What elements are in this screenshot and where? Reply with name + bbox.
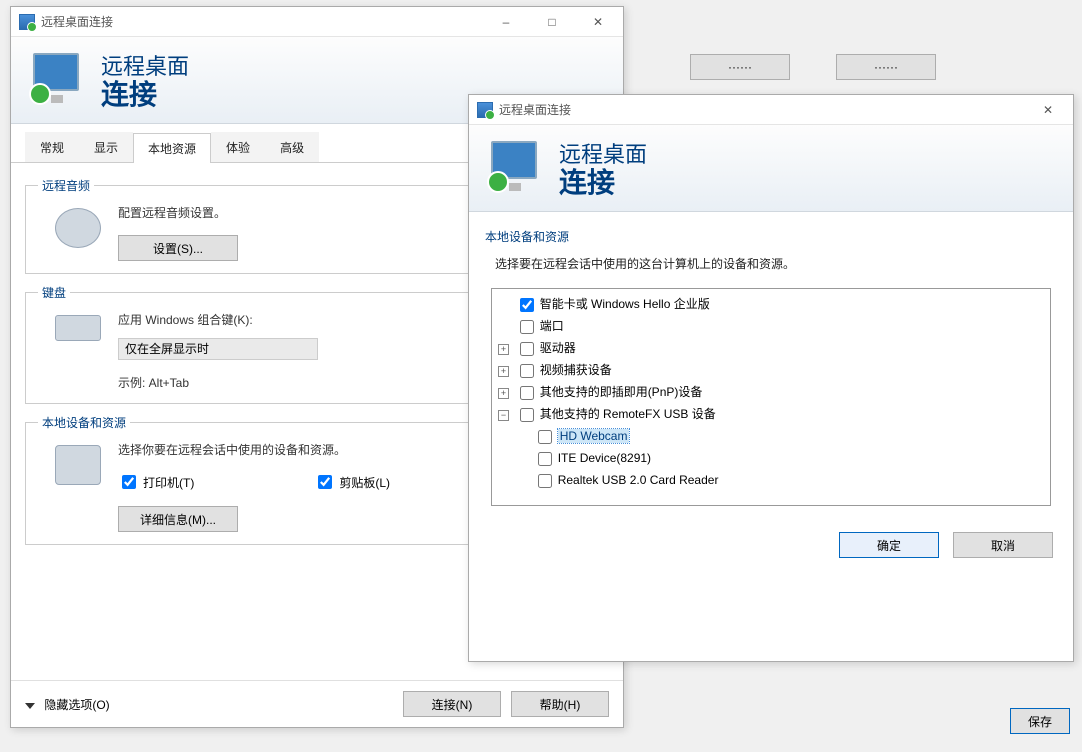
checkbox-remotefx[interactable] bbox=[520, 408, 534, 422]
rdc-icon bbox=[19, 14, 35, 30]
tree-item-ports[interactable]: 端口 bbox=[498, 315, 1046, 337]
cancel-button[interactable]: 取消 bbox=[953, 532, 1053, 558]
device-tree[interactable]: 智能卡或 Windows Hello 企业版 端口 + 驱动器 + 视频捕获设备 bbox=[491, 288, 1051, 506]
dialog-header-line-1: 远程桌面 bbox=[559, 137, 647, 169]
speaker-icon bbox=[55, 208, 101, 248]
tree-item-drives[interactable]: + 驱动器 bbox=[498, 337, 1046, 359]
tab-general[interactable]: 常规 bbox=[25, 132, 79, 162]
checkbox-printer-label: 打印机(T) bbox=[143, 474, 194, 491]
tree-label-hd-webcam: HD Webcam bbox=[558, 429, 630, 443]
audio-settings-button[interactable]: 设置(S)... bbox=[118, 235, 238, 261]
checkbox-hd-webcam[interactable] bbox=[538, 430, 552, 444]
legend-keyboard: 键盘 bbox=[38, 284, 70, 301]
tree-item-smartcard[interactable]: 智能卡或 Windows Hello 企业版 bbox=[498, 293, 1046, 315]
tab-advanced[interactable]: 高级 bbox=[265, 132, 319, 162]
header-line-1: 远程桌面 bbox=[101, 49, 189, 81]
tab-experience[interactable]: 体验 bbox=[211, 132, 265, 162]
tree-label-remotefx: 其他支持的 RemoteFX USB 设备 bbox=[540, 407, 716, 421]
tree-item-pnp[interactable]: + 其他支持的即插即用(PnP)设备 bbox=[498, 381, 1046, 403]
checkbox-printer[interactable]: 打印机(T) bbox=[118, 472, 194, 492]
rdc-local-devices-dialog: 远程桌面连接 ✕ 远程桌面 连接 本地设备和资源 选择要在远程会话中使用的这台计… bbox=[468, 94, 1074, 662]
dialog-footer: 确定 取消 bbox=[469, 514, 1073, 572]
tree-item-remotefx[interactable]: − 其他支持的 RemoteFX USB 设备 HD Webcam ITE De… bbox=[498, 403, 1046, 491]
window-title: 远程桌面连接 bbox=[41, 13, 483, 30]
collapse-icon[interactable]: − bbox=[498, 410, 509, 421]
tree-item-hd-webcam[interactable]: HD Webcam bbox=[516, 425, 1046, 447]
dialog-header-band: 远程桌面 连接 bbox=[469, 125, 1073, 212]
tree-label-pnp: 其他支持的即插即用(PnP)设备 bbox=[540, 385, 703, 399]
dialog-close-button[interactable]: ✕ bbox=[1025, 95, 1071, 125]
hide-options-toggle[interactable]: 隐藏选项(O) bbox=[25, 696, 110, 713]
legend-local-devices: 本地设备和资源 bbox=[38, 414, 130, 431]
legend-remote-audio: 远程音频 bbox=[38, 177, 94, 194]
expand-icon[interactable]: + bbox=[498, 388, 509, 399]
tree-label-ports: 端口 bbox=[540, 319, 564, 333]
tree-label-video: 视频捕获设备 bbox=[540, 363, 612, 377]
tree-label-drives: 驱动器 bbox=[540, 341, 576, 355]
dialog-header-line-2: 连接 bbox=[559, 169, 647, 197]
monitor-icon bbox=[487, 141, 545, 193]
connect-button[interactable]: 连接(N) bbox=[403, 691, 501, 717]
tab-display[interactable]: 显示 bbox=[79, 132, 133, 162]
tree-label-smartcard: 智能卡或 Windows Hello 企业版 bbox=[540, 297, 710, 311]
checkbox-clipboard-label: 剪贴板(L) bbox=[339, 474, 390, 491]
minimize-button[interactable]: – bbox=[483, 7, 529, 37]
bg-save-button[interactable]: 保存 bbox=[1010, 708, 1070, 734]
dialog-title: 远程桌面连接 bbox=[499, 101, 1025, 118]
bg-button-2[interactable]: ······ bbox=[836, 54, 936, 80]
rdc-icon bbox=[477, 102, 493, 118]
ok-button[interactable]: 确定 bbox=[839, 532, 939, 558]
tree-item-video-capture[interactable]: + 视频捕获设备 bbox=[498, 359, 1046, 381]
tree-item-realtek-reader[interactable]: Realtek USB 2.0 Card Reader bbox=[516, 469, 1046, 491]
checkbox-ite-device[interactable] bbox=[538, 452, 552, 466]
tree-label-ite: ITE Device(8291) bbox=[558, 451, 651, 465]
section-title: 本地设备和资源 bbox=[485, 228, 1057, 245]
printer-icon bbox=[55, 445, 101, 485]
monitor-icon bbox=[29, 53, 87, 105]
checkbox-ports[interactable] bbox=[520, 320, 534, 334]
section-desc: 选择要在远程会话中使用的这台计算机上的设备和资源。 bbox=[469, 251, 1073, 280]
checkbox-clipboard-input[interactable] bbox=[318, 475, 332, 489]
checkbox-clipboard[interactable]: 剪贴板(L) bbox=[314, 472, 390, 492]
header-line-2: 连接 bbox=[101, 81, 189, 109]
checkbox-drives[interactable] bbox=[520, 342, 534, 356]
checkbox-realtek-reader[interactable] bbox=[538, 474, 552, 488]
checkbox-video-capture[interactable] bbox=[520, 364, 534, 378]
tab-local-resources[interactable]: 本地资源 bbox=[133, 133, 211, 163]
expand-icon[interactable]: + bbox=[498, 366, 509, 377]
tree-item-ite-device[interactable]: ITE Device(8291) bbox=[516, 447, 1046, 469]
hide-options-label: 隐藏选项(O) bbox=[44, 698, 109, 712]
keyboard-icon bbox=[55, 315, 101, 341]
help-button[interactable]: 帮助(H) bbox=[511, 691, 609, 717]
expand-icon[interactable]: + bbox=[498, 344, 509, 355]
titlebar: 远程桌面连接 – □ ✕ bbox=[11, 7, 623, 37]
keyboard-combo-dropdown[interactable]: 仅在全屏显示时 bbox=[118, 338, 318, 360]
dialog-titlebar: 远程桌面连接 ✕ bbox=[469, 95, 1073, 125]
checkbox-pnp[interactable] bbox=[520, 386, 534, 400]
maximize-button[interactable]: □ bbox=[529, 7, 575, 37]
close-button[interactable]: ✕ bbox=[575, 7, 621, 37]
more-details-button[interactable]: 详细信息(M)... bbox=[118, 506, 238, 532]
checkbox-smartcard[interactable] bbox=[520, 298, 534, 312]
bg-button-1[interactable]: ······ bbox=[690, 54, 790, 80]
chevron-down-icon bbox=[25, 703, 35, 709]
window-footer: 隐藏选项(O) 连接(N) 帮助(H) bbox=[11, 680, 623, 727]
checkbox-printer-input[interactable] bbox=[122, 475, 136, 489]
tree-label-realtek: Realtek USB 2.0 Card Reader bbox=[558, 473, 719, 487]
